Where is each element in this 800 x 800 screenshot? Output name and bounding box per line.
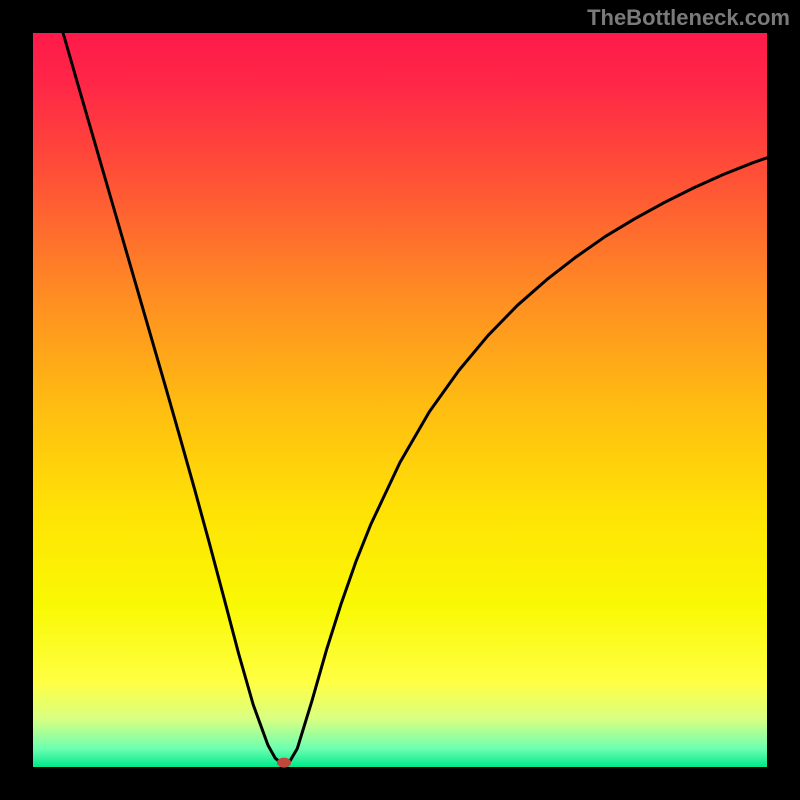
- watermark-text: TheBottleneck.com: [587, 5, 790, 31]
- chart-svg: [0, 0, 800, 800]
- bottleneck-chart: TheBottleneck.com: [0, 0, 800, 800]
- optimum-marker: [277, 758, 291, 768]
- chart-plot-area: [33, 33, 767, 767]
